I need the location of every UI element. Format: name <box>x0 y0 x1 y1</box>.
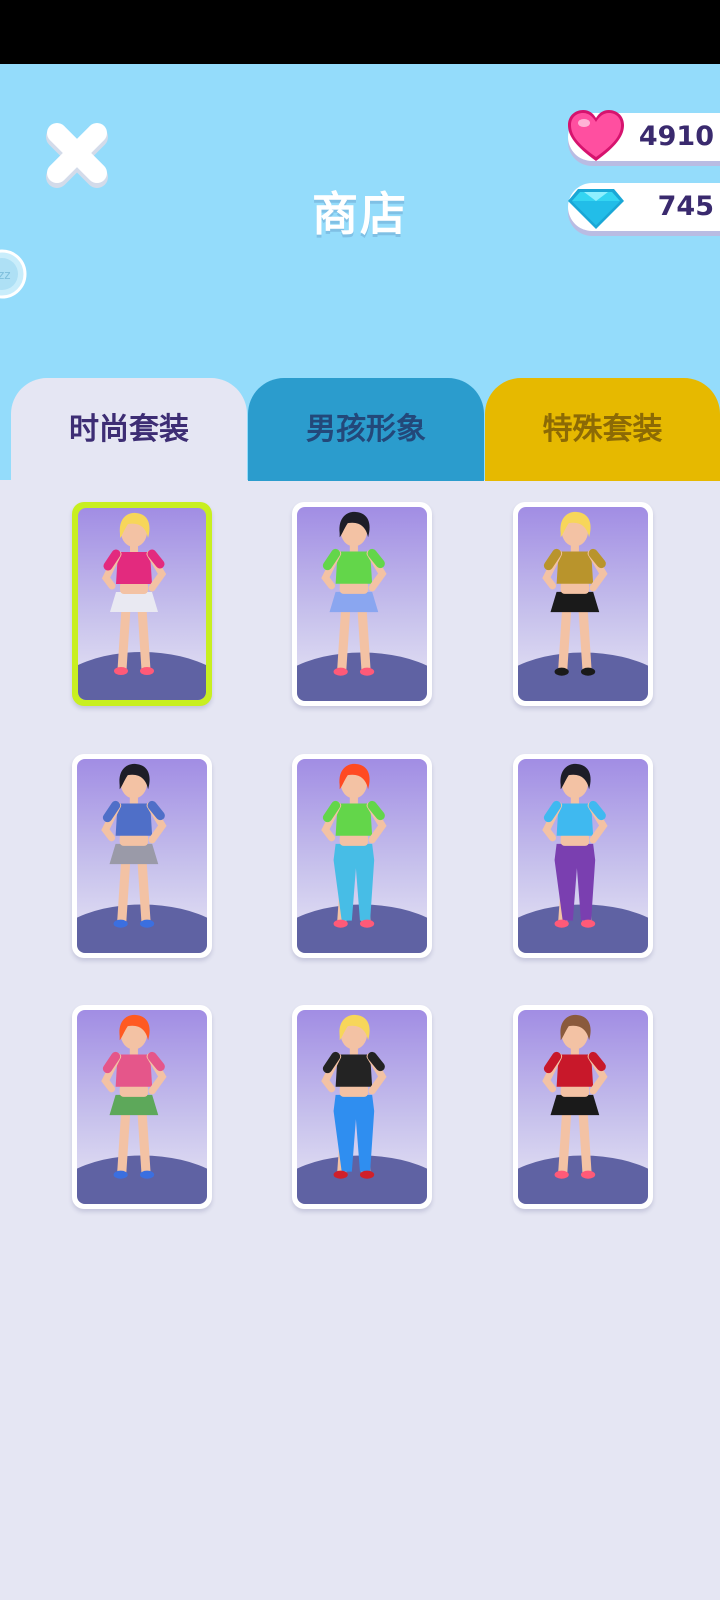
tab-fashion-outfits[interactable]: 时尚套装 <box>11 378 247 481</box>
outfit-preview <box>518 759 648 953</box>
gems-value: 745 <box>657 191 714 222</box>
tab-boy-looks[interactable]: 男孩形象 <box>248 378 484 481</box>
outfit-preview <box>297 1010 427 1204</box>
diamond-icon <box>568 189 624 229</box>
hearts-counter: 4910 <box>568 110 720 161</box>
outfit-preview <box>297 507 427 701</box>
outfit-card[interactable] <box>72 754 212 958</box>
outfit-preview <box>518 507 648 701</box>
outfit-card[interactable] <box>292 502 432 706</box>
svg-text:zz: zz <box>0 268 11 282</box>
outfit-preview <box>297 759 427 953</box>
outfit-card[interactable] <box>72 1005 212 1209</box>
hearts-value: 4910 <box>638 121 714 152</box>
tab-special-outfits[interactable]: 特殊套装 <box>485 378 720 481</box>
outfit-card[interactable] <box>292 754 432 958</box>
outfit-card[interactable] <box>513 502 653 706</box>
sleep-icon[interactable]: zz <box>0 248 28 300</box>
status-bar <box>0 0 720 64</box>
gems-counter: 745 <box>568 183 720 231</box>
outfit-card[interactable] <box>72 502 212 706</box>
outfit-card[interactable] <box>513 1005 653 1209</box>
outfit-card[interactable] <box>513 754 653 958</box>
outfit-card[interactable] <box>292 1005 432 1209</box>
outfit-preview <box>518 1010 648 1204</box>
outfit-preview <box>78 508 206 700</box>
outfit-preview <box>77 1010 207 1204</box>
heart-icon <box>568 110 624 161</box>
outfit-preview <box>77 759 207 953</box>
